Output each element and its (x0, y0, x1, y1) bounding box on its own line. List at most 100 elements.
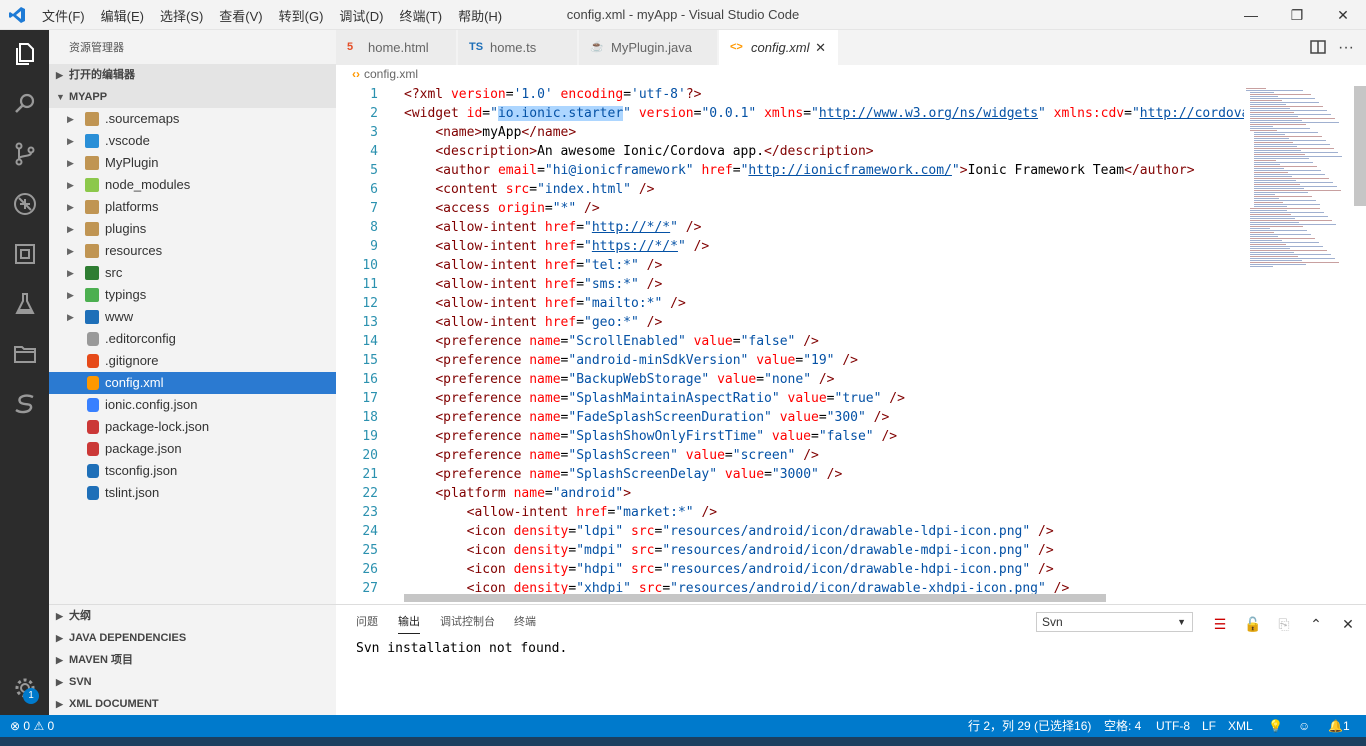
bulb-icon[interactable]: 💡 (1268, 715, 1283, 737)
output-channel-select[interactable]: Svn ▼ (1036, 612, 1193, 632)
code-token: src (623, 562, 655, 577)
tree-folder[interactable]: ▶ www (49, 306, 336, 328)
editor-tab[interactable]: ☕ MyPlugin.java (579, 30, 718, 65)
breadcrumb[interactable]: ‹› config.xml (352, 67, 418, 81)
cursor-position[interactable]: 行 2，列 29 (已选择16) (968, 715, 1091, 737)
language-mode[interactable]: XML (1228, 715, 1253, 737)
minimap-line (1250, 126, 1273, 127)
tree-file[interactable]: tslint.json (49, 482, 336, 504)
encoding[interactable]: UTF-8 (1156, 715, 1190, 737)
svn-section[interactable]: ▶ SVN (49, 671, 336, 693)
menu-go[interactable]: 转到(G) (279, 6, 324, 25)
editor-tab[interactable]: 5 home.html (336, 30, 457, 65)
menu-terminal[interactable]: 终端(T) (399, 6, 442, 25)
chevron-right-icon[interactable]: ▶ (67, 218, 74, 240)
line-ending[interactable]: LF (1202, 715, 1216, 737)
source-control-icon[interactable] (0, 131, 49, 177)
tree-folder[interactable]: ▶ node_modules (49, 174, 336, 196)
settings-gear-icon[interactable] (0, 665, 49, 711)
tree-file[interactable]: ionic.config.json (49, 394, 336, 416)
chevron-right-icon[interactable]: ▶ (67, 130, 74, 152)
explorer-icon[interactable] (0, 31, 49, 77)
tree-file[interactable]: .gitignore (49, 350, 336, 372)
tab-output[interactable]: 输出 (398, 613, 420, 634)
chevron-right-icon[interactable]: ▶ (67, 152, 74, 174)
editor-tab[interactable]: <> config.xml ✕ (719, 30, 839, 65)
tab-problems[interactable]: 问题 (356, 613, 378, 633)
menu-selection[interactable]: 选择(S) (160, 6, 203, 25)
menu-edit[interactable]: 编辑(E) (101, 6, 144, 25)
code-token: origin (497, 201, 545, 216)
project-section[interactable]: ▼ MYAPP (49, 86, 336, 108)
menu-help[interactable]: 帮助(H) (458, 6, 502, 25)
close-panel-icon[interactable]: ✕ (1340, 616, 1356, 632)
code-token: = (544, 486, 553, 501)
problems-status[interactable]: ⊗ 0 ⚠ 0 (10, 715, 54, 737)
minimize-button[interactable]: — (1228, 0, 1274, 30)
search-icon[interactable] (0, 81, 49, 127)
tab-debug-console[interactable]: 调试控制台 (440, 613, 495, 633)
tree-folder[interactable]: ▶ src (49, 262, 336, 284)
editor-tab[interactable]: TS home.ts (458, 30, 578, 65)
maven-section[interactable]: ▶ MAVEN 项目 (49, 649, 336, 671)
code-token: "hi@ionicframework" (544, 163, 694, 178)
chevron-right-icon[interactable]: ▶ (67, 108, 74, 130)
minimap-line (1254, 192, 1308, 193)
close-tab-icon[interactable]: ✕ (815, 30, 826, 65)
tree-folder[interactable]: ▶ platforms (49, 196, 336, 218)
line-number: 21 (362, 467, 378, 482)
svn-icon[interactable] (0, 381, 49, 427)
open-editors-section[interactable]: ▶ 打开的编辑器 (49, 64, 336, 86)
code-token: <widget (404, 106, 467, 121)
menu-debug[interactable]: 调试(D) (339, 6, 383, 25)
xml-document-section[interactable]: ▶ XML DOCUMENT (49, 693, 336, 715)
code-token: value (748, 353, 796, 368)
chevron-right-icon[interactable]: ▶ (67, 306, 74, 328)
horizontal-scrollbar[interactable] (404, 594, 1106, 602)
split-editor-icon[interactable] (1310, 39, 1326, 55)
maximize-button[interactable]: ❐ (1274, 0, 1320, 30)
chevron-right-icon[interactable]: ▶ (67, 284, 74, 306)
more-actions-icon[interactable]: ··· (1338, 30, 1354, 65)
notifications-bell-icon[interactable]: 🔔1 (1328, 715, 1350, 737)
code-editor[interactable]: 1 <?xml version='1.0' encoding='utf-8'?> 2… (336, 86, 1244, 602)
tree-file[interactable]: package.json (49, 438, 336, 460)
tab-terminal[interactable]: 终端 (514, 613, 536, 633)
chevron-right-icon[interactable]: ▶ (67, 196, 74, 218)
close-window-button[interactable]: ✕ (1320, 0, 1366, 30)
chevron-right-icon[interactable]: ▶ (67, 262, 74, 284)
menu-view[interactable]: 查看(V) (219, 6, 262, 25)
minimap-line (1254, 204, 1320, 205)
test-flask-icon[interactable] (0, 281, 49, 327)
tree-file[interactable]: package-lock.json (49, 416, 336, 438)
code-token: = (818, 410, 827, 425)
chevron-right-icon[interactable]: ▶ (67, 174, 74, 196)
java-dependencies-section[interactable]: ▶ JAVA DEPENDENCIES (49, 627, 336, 649)
tree-folder[interactable]: ▶ .vscode (49, 130, 336, 152)
chevron-right-icon[interactable]: ▶ (67, 240, 74, 262)
indentation[interactable]: 空格: 4 (1104, 715, 1141, 737)
debug-icon[interactable] (0, 181, 49, 227)
feedback-smiley-icon[interactable]: ☺ (1298, 715, 1310, 737)
vertical-scrollbar[interactable] (1354, 86, 1366, 206)
tree-folder[interactable]: ▶ MyPlugin (49, 152, 336, 174)
extensions-icon[interactable] (0, 231, 49, 277)
clear-output-icon[interactable]: ☰ (1212, 616, 1228, 632)
tree-file[interactable]: config.xml (49, 372, 336, 394)
tree-folder[interactable]: ▶ typings (49, 284, 336, 306)
code-token: /> (677, 220, 702, 235)
minimap[interactable] (1244, 86, 1354, 602)
menu-file[interactable]: 文件(F) (42, 6, 85, 25)
outline-section[interactable]: ▶ 大纲 (49, 605, 336, 627)
open-log-icon[interactable]: ⎘ (1276, 616, 1292, 632)
code-token: encoding (552, 87, 624, 102)
tree-folder[interactable]: ▶ plugins (49, 218, 336, 240)
tree-file[interactable]: tsconfig.json (49, 460, 336, 482)
tree-folder[interactable]: ▶ .sourcemaps (49, 108, 336, 130)
tree-folder[interactable]: ▶ resources (49, 240, 336, 262)
code-token: "19" (803, 353, 835, 368)
tree-file[interactable]: .editorconfig (49, 328, 336, 350)
lock-scroll-icon[interactable]: 🔓 (1244, 616, 1261, 632)
folder-explorer-icon[interactable] (0, 331, 49, 377)
maximize-panel-icon[interactable]: ⌃ (1308, 616, 1324, 632)
